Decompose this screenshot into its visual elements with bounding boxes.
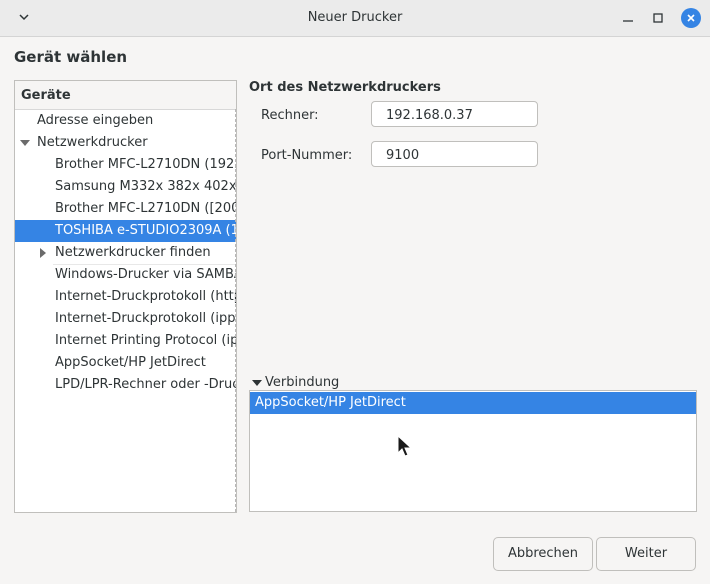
device-tree-item[interactable]: Brother MFC-L2710DN (192.168.0.37) <box>15 154 236 176</box>
port-input[interactable]: 9100 <box>371 141 538 167</box>
device-tree-item-label: Brother MFC-L2710DN ([2003 <box>55 201 236 216</box>
device-tree-item[interactable]: Brother MFC-L2710DN ([2003 <box>15 198 236 220</box>
device-tree-item[interactable]: Internet-Druckprotokoll (https) <box>15 286 236 308</box>
next-button[interactable]: Weiter <box>596 537 696 571</box>
host-input[interactable]: 192.168.0.37 <box>371 101 538 127</box>
device-tree-item-label: Windows-Drucker via SAMBA <box>55 267 236 282</box>
device-tree-item-label: LPD/LPR-Rechner oder -Drucker <box>55 377 236 392</box>
device-tree-item[interactable]: Internet-Druckprotokoll (ipp) <box>15 308 236 330</box>
device-tree-item-label: Internet Printing Protocol (ipps) <box>55 333 236 348</box>
device-tree-item-label: Samsung M332x 382x 402x (192.168.0.37) <box>55 179 236 194</box>
column-resize-guide <box>235 109 236 512</box>
device-tree-item-label: Internet-Druckprotokoll (https) <box>55 289 236 304</box>
window-title: Neuer Drucker <box>307 10 403 25</box>
device-tree-item[interactable]: Samsung M332x 382x 402x (192.168.0.37) <box>15 176 236 198</box>
device-tree-item-label: Adresse eingeben <box>37 113 154 128</box>
column-header-devices[interactable]: Geräte <box>15 81 236 110</box>
title-bar: Neuer Drucker <box>0 0 710 37</box>
device-tree[interactable]: Geräte Adresse eingeben Netzwerkdrucker Br… <box>14 80 237 513</box>
maximize-icon[interactable] <box>649 9 667 27</box>
device-tree-item-label: Netzwerkdrucker finden <box>55 245 211 260</box>
triangle-down-icon[interactable] <box>19 137 31 149</box>
host-label: Rechner: <box>261 108 319 123</box>
device-tree-item-label: Brother MFC-L2710DN (192.168.0.37) <box>55 157 236 172</box>
device-tree-item[interactable]: Netzwerkdrucker finden <box>15 242 236 264</box>
connection-list[interactable]: AppSocket/HP JetDirect <box>249 390 697 512</box>
device-tree-item[interactable]: TOSHIBA e-STUDIO2309A (192.168.0.37) <box>15 220 236 242</box>
device-tree-item[interactable]: AppSocket/HP JetDirect <box>15 352 236 374</box>
close-icon <box>687 14 695 22</box>
connection-label: Verbindung <box>265 375 340 390</box>
device-tree-item-label: Internet-Druckprotokoll (ipp) <box>55 311 236 326</box>
column-header-label: Geräte <box>21 88 71 103</box>
connection-item-label: AppSocket/HP JetDirect <box>255 395 406 410</box>
port-label: Port-Nummer: <box>261 148 353 163</box>
cancel-button[interactable]: Abbrechen <box>493 537 593 571</box>
minimize-icon[interactable] <box>619 9 637 27</box>
page-title: Gerät wählen <box>14 48 128 66</box>
device-tree-item[interactable]: Internet Printing Protocol (ipps) <box>15 330 236 352</box>
device-tree-item[interactable]: Adresse eingeben <box>15 110 236 132</box>
mouse-cursor-icon <box>397 435 413 457</box>
close-button[interactable] <box>681 8 701 28</box>
device-tree-item[interactable]: LPD/LPR-Rechner oder -Drucker <box>15 374 236 396</box>
connection-item[interactable]: AppSocket/HP JetDirect <box>250 392 696 414</box>
device-tree-item[interactable]: Windows-Drucker via SAMBA <box>15 264 236 286</box>
triangle-down-icon <box>252 380 262 386</box>
device-tree-item-label: TOSHIBA e-STUDIO2309A (192.168.0.37) <box>55 223 236 238</box>
triangle-right-icon[interactable] <box>37 247 49 259</box>
section-title: Ort des Netzwerkdruckers <box>249 80 441 95</box>
device-tree-item-label: Netzwerkdrucker <box>37 135 148 150</box>
device-tree-item-label: AppSocket/HP JetDirect <box>55 355 206 370</box>
device-tree-item[interactable]: Netzwerkdrucker <box>15 132 236 154</box>
